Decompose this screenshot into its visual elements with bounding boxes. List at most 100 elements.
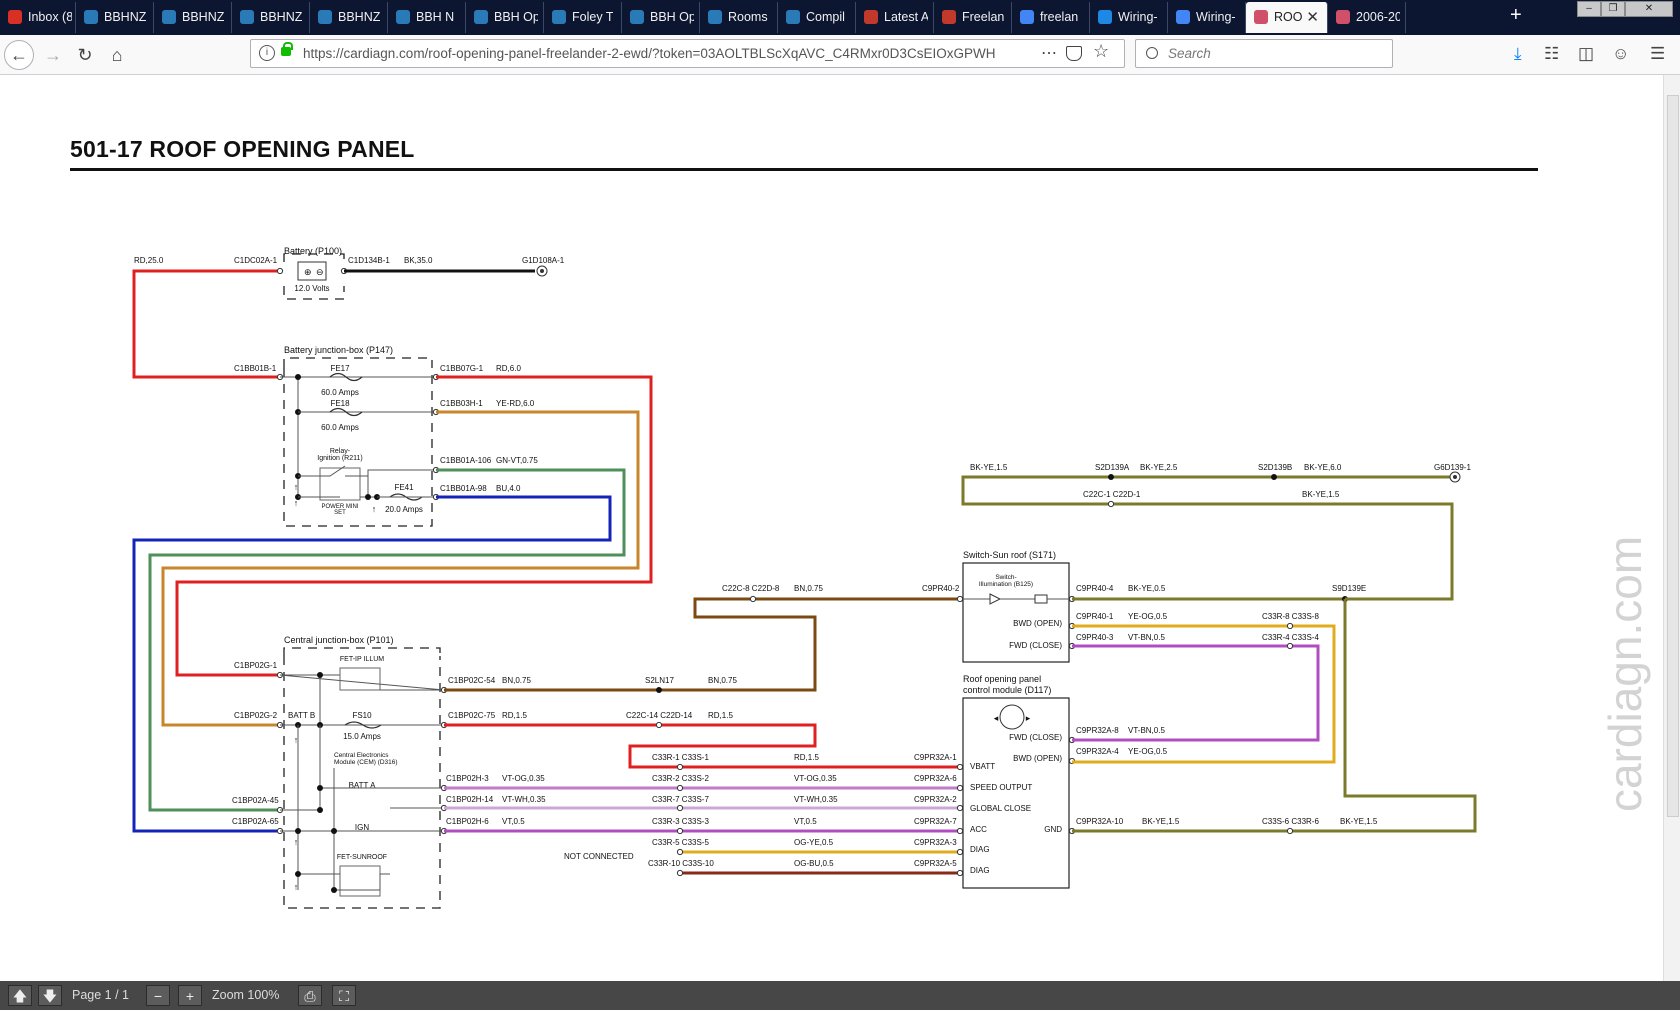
wire-label: G6D139-1 [1434, 463, 1471, 472]
wire-label: 15.0 Amps [343, 732, 381, 741]
tab-15[interactable]: Wiring- [1090, 2, 1168, 33]
tab-8[interactable]: Foley T [544, 2, 622, 33]
splice-dot [1271, 474, 1277, 480]
reload-button[interactable]: ↻ [70, 40, 100, 70]
page-indicator: Page 1 / 1 [72, 988, 129, 1002]
tab-7[interactable]: BBH Op [466, 2, 544, 33]
close-tab-icon[interactable]: ✕ [1306, 2, 1319, 33]
wire-label: C33R-3 C33S-3 [652, 817, 709, 826]
wire-label: Illumination (B125) [979, 581, 1033, 588]
tab-5[interactable]: BBHNZ [310, 2, 388, 33]
tab-label: Rooms [728, 10, 768, 24]
wire-label: C1BP02H-14 [446, 795, 494, 804]
minimize-button[interactable]: – [1577, 1, 1601, 17]
wire-label: VT-OG,0.35 [502, 774, 545, 783]
wire-label: C9PR32A-6 [914, 774, 957, 783]
battery-plus-icon: ⊕ [304, 267, 312, 277]
car-icon [942, 10, 956, 24]
tab-1[interactable]: Inbox (8 [0, 2, 76, 33]
wire-label: ACC [970, 825, 987, 834]
wire-label: BK-YE,1.5 [1142, 817, 1180, 826]
tab-13[interactable]: Freelan [934, 2, 1012, 33]
viewer-toolbar: 🡅 🡇 Page 1 / 1 − + Zoom 100% ⎙ ⛶ [0, 981, 1680, 1010]
wire-label: VT,0.5 [502, 817, 525, 826]
wire-label: BN,0.75 [794, 584, 823, 593]
globe-icon [162, 10, 176, 24]
wire-label: BK-YE,1.5 [970, 463, 1008, 472]
tab-label: BBHNZ [104, 10, 147, 24]
wiring-diagram: Battery (P100)⊕ ⊖12.0 VoltsRD,25.0 C1DC02A… [132, 246, 1477, 909]
zoom-in-button[interactable]: + [178, 985, 202, 1006]
tab-14[interactable]: freelan [1012, 2, 1090, 33]
wire-label: C9PR40-4 [1076, 584, 1114, 593]
save-icon[interactable]: ⎙ [298, 985, 322, 1006]
wire-label: ↑ [372, 504, 377, 514]
next-page-button[interactable]: 🡇 [38, 985, 62, 1006]
close-window-button[interactable]: ✕ [1625, 1, 1673, 17]
library-icon[interactable]: ☷ [1544, 44, 1559, 64]
battery-minus-icon: ⊖ [316, 267, 324, 277]
internal-line [345, 469, 436, 477]
wire-label: FS10 [352, 711, 372, 720]
tab-11[interactable]: Compil [778, 2, 856, 33]
restore-button[interactable]: ❐ [1601, 1, 1625, 17]
back-button[interactable]: ← [4, 40, 34, 70]
fet-sunroof-box [339, 865, 381, 897]
wire-label: C1D134B-1 [348, 256, 390, 265]
sidebar-icon[interactable]: ◫ [1578, 44, 1594, 64]
scrollbar-thumb[interactable] [1667, 95, 1679, 817]
wire-label: G1D108A-1 [522, 256, 565, 265]
cjb-outline-top [283, 647, 441, 656]
terminal [1286, 827, 1294, 835]
new-tab-button[interactable]: + [1510, 4, 1522, 27]
globe-icon [630, 10, 644, 24]
tab-12[interactable]: Latest A [856, 2, 934, 33]
wire-label: 60.0 Amps [321, 423, 359, 432]
vertical-scrollbar[interactable] [1663, 75, 1680, 981]
wire-label: BN,0.75 [708, 676, 737, 685]
tab-6[interactable]: BBH N [388, 2, 466, 33]
tab-9[interactable]: BBH Op [622, 2, 700, 33]
splice-dot [331, 828, 337, 834]
tab-16[interactable]: Wiring- [1168, 2, 1246, 33]
s-icon [1098, 10, 1112, 24]
tab-label: Wiring- [1196, 10, 1236, 24]
page-actions-icon[interactable]: ⋯ [1041, 43, 1057, 63]
search-box[interactable]: Search [1135, 39, 1393, 68]
address-bar[interactable]: i https://cardiagn.com/roof-opening-pane… [250, 39, 1125, 68]
sync-icon[interactable]: ☺ [1612, 44, 1629, 64]
cjb-label: Central junction-box (P101) [284, 635, 394, 645]
wire-label: BK,35.0 [404, 256, 433, 265]
wire-label: ↑ [294, 498, 299, 508]
pocket-icon[interactable] [1066, 46, 1082, 61]
navigation-bar: ← → ↻ ⌂ i https://cardiagn.com/roof-open… [0, 35, 1680, 75]
fullscreen-icon[interactable]: ⛶ [332, 985, 356, 1006]
wire-label: BK-YE,1.5 [1302, 490, 1340, 499]
forward-button[interactable]: → [38, 40, 68, 70]
url-text[interactable]: https://cardiagn.com/roof-opening-panel-… [303, 40, 1043, 67]
tab-17[interactable]: ROO ✕ [1246, 2, 1328, 33]
tab-10[interactable]: Rooms [700, 2, 778, 33]
wire-label: BK-YE,0.5 [1128, 584, 1166, 593]
wire-label: BU,4.0 [496, 484, 521, 493]
wire-label: RD,1.5 [502, 711, 527, 720]
wire-label: C9PR32A-4 [1076, 747, 1119, 756]
download-icon[interactable]: ⤓ [1514, 44, 1522, 64]
menu-icon[interactable]: ☰ [1650, 44, 1665, 64]
wire-label: RD,25.0 [134, 256, 164, 265]
zoom-out-button[interactable]: − [146, 985, 170, 1006]
tab-18[interactable]: 2006-20 [1328, 2, 1406, 33]
splice-dot [317, 807, 323, 813]
tab-4[interactable]: BBHNZ [232, 2, 310, 33]
wire-label: C22C-1 C22D-1 [1083, 490, 1141, 499]
wire-label: C33S-6 C33R-6 [1262, 817, 1319, 826]
wire-label: OG-YE,0.5 [794, 838, 834, 847]
previous-page-button[interactable]: 🡅 [8, 985, 32, 1006]
tab-3[interactable]: BBHNZ [154, 2, 232, 33]
home-button[interactable]: ⌂ [102, 40, 132, 70]
terminal [1107, 500, 1115, 508]
splice-dot [317, 785, 323, 791]
info-icon[interactable]: i [259, 45, 275, 61]
bookmark-star-icon[interactable]: ☆ [1093, 41, 1109, 62]
tab-2[interactable]: BBHNZ [76, 2, 154, 33]
